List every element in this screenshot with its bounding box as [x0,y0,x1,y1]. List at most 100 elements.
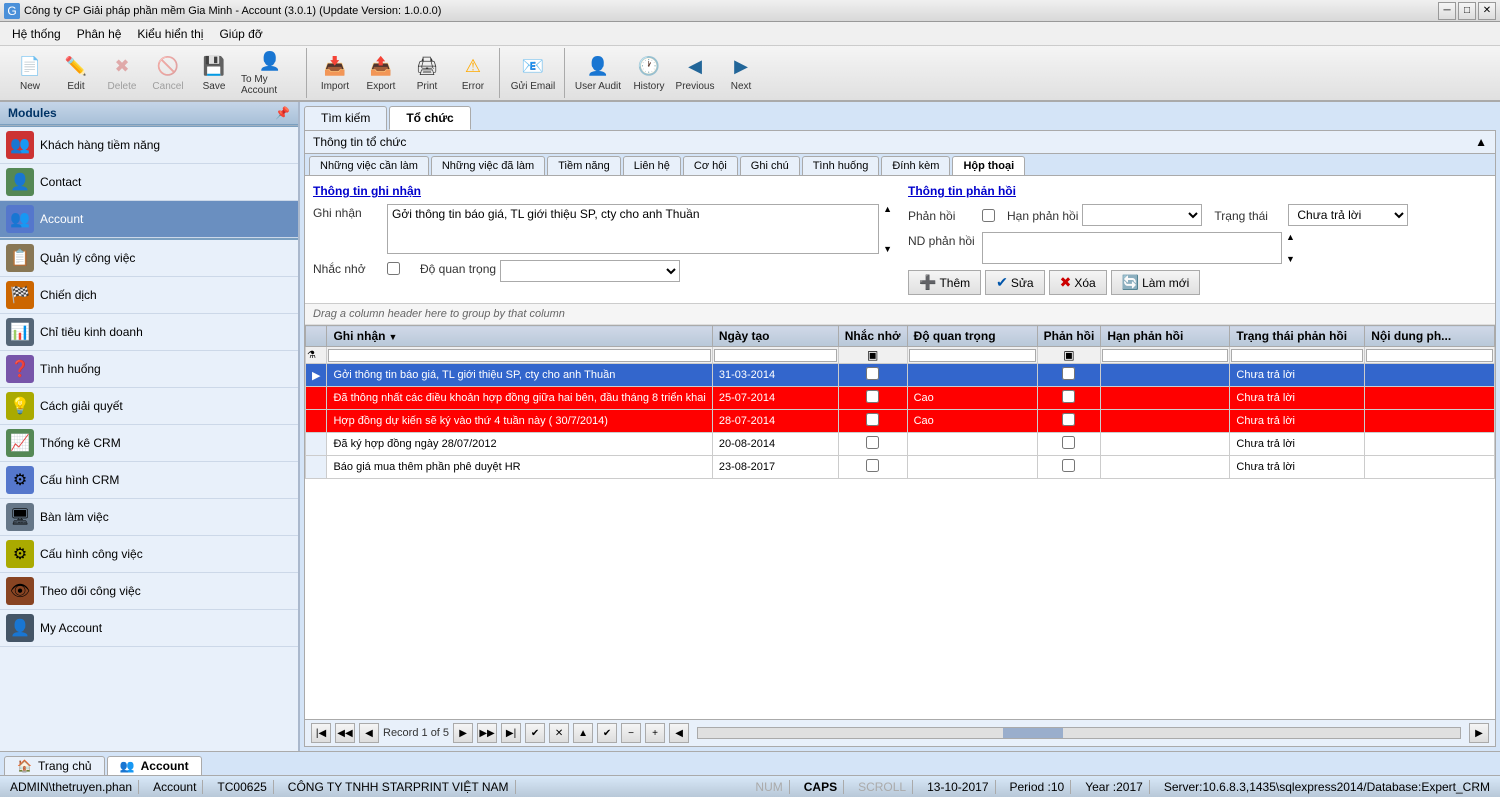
nd-phan-hoi-textarea[interactable] [982,232,1282,264]
sidebar-pin-icon[interactable]: 📌 [275,106,290,120]
panel-collapse-icon[interactable]: ▲ [1475,135,1487,149]
sidebar-item-cau-hinh-cv[interactable]: ⚙ Cấu hình công việc [0,536,298,573]
to-my-account-button[interactable]: 👤 To My Account [238,50,302,96]
phan-hoi-cell[interactable] [1037,456,1101,479]
send-email-button[interactable]: 📧 Gửi Email [506,50,560,96]
scroll-thumb[interactable] [1003,728,1063,738]
trang-thai-select[interactable]: Chưa trả lời Đã trả lời [1288,204,1408,226]
sidebar-item-my-account[interactable]: 👤 My Account [0,610,298,647]
user-audit-button[interactable]: 👤 User Audit [571,50,625,96]
cancel-button[interactable]: 🚫 Cancel [146,50,190,96]
lam-moi-button[interactable]: 🔄 Làm mới [1111,270,1201,295]
sub-tab-hop-thoai[interactable]: Hộp thoại [952,156,1025,175]
data-grid[interactable]: Ghi nhận ▼ Ngày tạo Nhắc nhở Độ quan trọ… [305,325,1495,719]
history-button[interactable]: 🕐 History [627,50,671,96]
new-button[interactable]: 📄 New [8,50,52,96]
edit-button[interactable]: ✏️ Edit [54,50,98,96]
nhac-nho-cell[interactable] [838,433,907,456]
table-row[interactable]: Báo giá mua thêm phần phê duyệt HR23-08-… [306,456,1495,479]
table-row[interactable]: Đã thông nhất các điều khoản hợp đồng gi… [306,387,1495,410]
phan-hoi-checkbox[interactable] [982,209,995,222]
nhac-nho-cell[interactable] [838,364,907,387]
han-phan-hoi-header[interactable]: Hạn phản hồi [1101,326,1230,347]
ngay-tao-header[interactable]: Ngày tạo [712,326,838,347]
scroll-up-icon[interactable]: ▲ [883,204,892,214]
filter-trang-thai-cell[interactable] [1230,347,1365,364]
nav-check-button[interactable]: ✔ [525,723,545,743]
filter-ghi-nhan-cell[interactable] [327,347,712,364]
sidebar-item-tinh-huong[interactable]: ❓ Tình huống [0,351,298,388]
filter-do-quan-trong-cell[interactable] [907,347,1037,364]
sidebar-item-account[interactable]: 👥 Account [0,201,298,238]
sub-tab-lien-he[interactable]: Liên hệ [623,156,681,175]
sub-tab-tinh-huong[interactable]: Tình huống [802,156,880,175]
phan-hoi-header[interactable]: Phản hồi [1037,326,1101,347]
nav-plus-button[interactable]: + [645,723,665,743]
sidebar-item-cach-giai-quyet[interactable]: 💡 Cách giải quyết [0,388,298,425]
close-button[interactable]: ✕ [1478,2,1496,20]
phan-hoi-cell[interactable] [1037,410,1101,433]
filter-han-phan-hoi-cell[interactable] [1101,347,1230,364]
filter-do-quan-trong-input[interactable] [909,349,1036,362]
sidebar-item-khach-hang[interactable]: 👥 Khách hàng tiềm năng [0,127,298,164]
delete-button[interactable]: ✖ Delete [100,50,144,96]
nd-scroll-up-icon[interactable]: ▲ [1286,232,1295,242]
nav-x-button[interactable]: ✕ [549,723,569,743]
phan-hoi-cell[interactable] [1037,433,1101,456]
sub-tab-tiem-nang[interactable]: Tiềm năng [547,156,621,175]
nav-prev10-button[interactable]: ◀◀ [335,723,355,743]
table-row[interactable]: Đã ký hợp đồng ngày 28/07/201220-08-2014… [306,433,1495,456]
nav-scroll-right-button[interactable]: ▶ [1469,723,1489,743]
nav-minus-button[interactable]: − [621,723,641,743]
tab-tim-kiem[interactable]: Tìm kiếm [304,106,387,130]
do-quan-trong-header[interactable]: Độ quan trọng [907,326,1037,347]
menu-he-thong[interactable]: Hệ thống [4,25,69,43]
nav-next10-button[interactable]: ▶▶ [477,723,497,743]
nhac-nho-cell[interactable] [838,456,907,479]
xoa-button[interactable]: ✖ Xóa [1049,270,1107,295]
sub-tab-dinh-kem[interactable]: Đính kèm [881,156,950,175]
table-row[interactable]: ▶Gởi thông tin báo giá, TL giới thiệu SP… [306,364,1495,387]
filter-noi-dung-input[interactable] [1366,349,1493,362]
filter-han-phan-hoi-input[interactable] [1102,349,1228,362]
previous-button[interactable]: ◀ Previous [673,50,717,96]
sidebar-item-cau-hinh[interactable]: ⚙ Cấu hình CRM [0,462,298,499]
ghi-nhan-header[interactable]: Ghi nhận ▼ [327,326,712,347]
sidebar-item-chien-dich[interactable]: 🏁 Chiến dịch [0,277,298,314]
sidebar-item-theo-doi[interactable]: 👁 Theo dõi công việc [0,573,298,610]
nav-first-button[interactable]: |◀ [311,723,331,743]
nd-scroll-down-icon[interactable]: ▼ [1286,254,1295,264]
export-button[interactable]: 📤 Export [359,50,403,96]
bottom-tab-account[interactable]: 👥 Account [107,756,202,775]
trang-thai-phan-hoi-header[interactable]: Trạng thái phản hồi [1230,326,1365,347]
menu-giup-do[interactable]: Giúp đỡ [211,25,270,43]
nav-check2-button[interactable]: ✔ [597,723,617,743]
nav-scroll-left-button[interactable]: ◀ [669,723,689,743]
filter-noi-dung-cell[interactable] [1365,347,1495,364]
sua-button[interactable]: ✔ Sửa [985,270,1044,295]
noi-dung-header[interactable]: Nội dung ph... [1365,326,1495,347]
sidebar-item-chi-tieu[interactable]: 📊 Chỉ tiêu kinh doanh [0,314,298,351]
filter-ngay-tao-input[interactable] [714,349,837,362]
sub-tab-nhung-viec-da-lam[interactable]: Những việc đã làm [431,156,545,175]
next-button[interactable]: ▶ Next [719,50,763,96]
filter-ghi-nhan-input[interactable] [328,349,710,362]
filter-trang-thai-input[interactable] [1231,349,1363,362]
print-button[interactable]: 🖨 Print [405,50,449,96]
nav-next-button[interactable]: ▶ [453,723,473,743]
sub-tab-nhung-viec-can-lam[interactable]: Những việc cần làm [309,156,429,175]
han-phan-hoi-select[interactable] [1082,204,1202,226]
nav-up-button[interactable]: ▲ [573,723,593,743]
table-row[interactable]: Hợp đồng dự kiến sẽ ký vào thứ 4 tuần nà… [306,410,1495,433]
nhac-nho-cell[interactable] [838,387,907,410]
scroll-down-icon[interactable]: ▼ [883,244,892,254]
bottom-tab-trang-chu[interactable]: 🏠 Trang chủ [4,756,105,775]
phan-hoi-cell[interactable] [1037,364,1101,387]
import-button[interactable]: 📥 Import [313,50,357,96]
sidebar-item-quan-ly[interactable]: 📋 Quản lý công việc [0,240,298,277]
sub-tab-ghi-chu[interactable]: Ghi chú [740,156,800,175]
horizontal-scrollbar[interactable] [697,727,1461,739]
minimize-button[interactable]: ─ [1438,2,1456,20]
sub-tab-co-hoi[interactable]: Cơ hội [683,156,738,175]
do-quan-trong-select[interactable]: Cao Trung bình Thấp [500,260,680,282]
